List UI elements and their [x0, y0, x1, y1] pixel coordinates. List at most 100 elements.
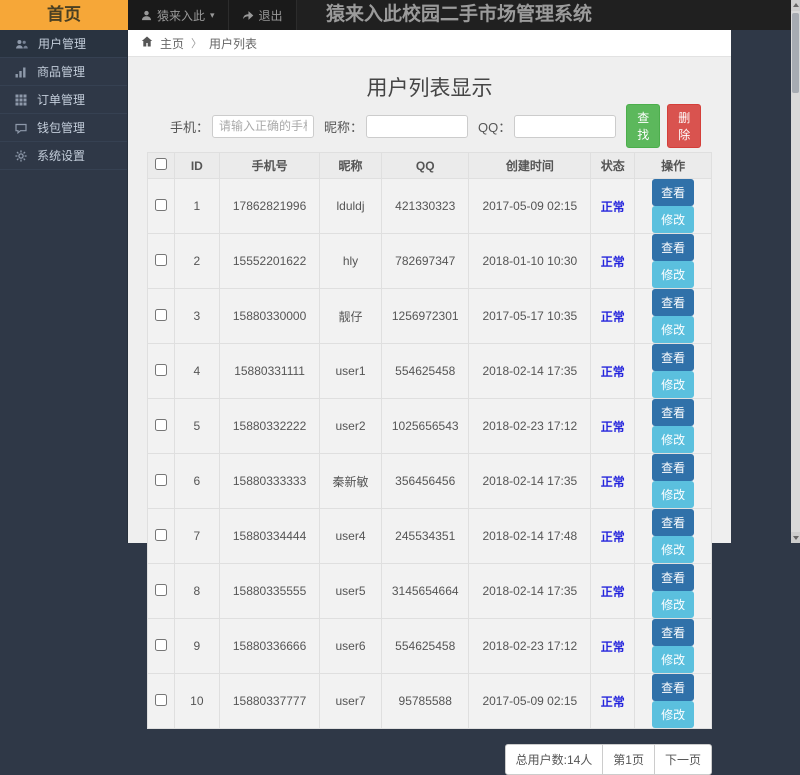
cell-actions: 查看修改	[634, 398, 712, 454]
cell-created: 2017-05-17 10:35	[468, 288, 592, 344]
table-row: 9 15880336666 user6 554625458 2018-02-23…	[147, 618, 712, 674]
sidebar-item-wallet-management[interactable]: 钱包管理	[0, 114, 127, 142]
cell-qq: 3145654664	[381, 563, 470, 619]
edit-button[interactable]: 修改	[652, 261, 695, 288]
sidebar-item-user-management[interactable]: 用户管理	[0, 30, 127, 58]
pagination: 总用户数:14人 第1页 下一页	[147, 744, 712, 775]
view-button[interactable]: 查看	[652, 399, 695, 426]
table-row: 5 15880332222 user2 1025656543 2018-02-2…	[147, 398, 712, 454]
row-checkbox[interactable]	[154, 198, 167, 211]
cell-nickname: user2	[318, 398, 383, 454]
cell-nickname: hly	[318, 233, 383, 289]
cell-created: 2018-02-14 17:35	[468, 343, 592, 399]
phone-label: 手机：	[170, 119, 210, 135]
total-users-label: 总用户数:14人	[504, 744, 604, 775]
cell-id: 5	[173, 398, 221, 454]
table-row: 10 15880337777 user7 95785588 2017-05-09…	[147, 673, 712, 729]
edit-button[interactable]: 修改	[652, 206, 695, 233]
users-icon	[15, 38, 28, 50]
qq-input[interactable]	[514, 114, 617, 138]
cell-created: 2017-05-09 02:15	[468, 178, 592, 234]
row-checkbox[interactable]	[154, 638, 167, 651]
delete-button[interactable]: 删除	[667, 104, 702, 148]
user-table-wrap: ID 手机号 昵称 QQ 创建时间 状态 操作 1 17862821996 ld…	[147, 152, 712, 729]
logout-button[interactable]: 退出	[229, 0, 297, 30]
row-checkbox[interactable]	[154, 363, 167, 376]
edit-button[interactable]: 修改	[652, 591, 695, 618]
gear-icon	[15, 149, 27, 162]
select-all-checkbox[interactable]	[154, 158, 167, 170]
sidebar-item-system-settings[interactable]: 系统设置	[0, 142, 127, 170]
cell-qq: 554625458	[381, 343, 470, 399]
row-checkbox[interactable]	[154, 253, 167, 266]
cell-qq: 95785588	[381, 673, 470, 729]
home-logo[interactable]: 首页	[0, 0, 128, 30]
table-row: 1 17862821996 lduldj 421330323 2017-05-0…	[147, 178, 712, 234]
breadcrumb-separator: 〉	[191, 38, 203, 50]
row-checkbox[interactable]	[154, 693, 167, 706]
sidebar-item-product-management[interactable]: 商品管理	[0, 58, 127, 86]
cell-qq: 421330323	[381, 178, 470, 234]
view-button[interactable]: 查看	[652, 509, 695, 536]
view-button[interactable]: 查看	[652, 344, 695, 371]
cell-created: 2018-01-10 10:30	[468, 233, 592, 289]
cell-qq: 554625458	[381, 618, 470, 674]
cell-phone: 15880332222	[219, 398, 320, 454]
user-icon	[141, 10, 152, 21]
user-menu[interactable]: 猿来入此 ▾	[128, 0, 229, 30]
status-badge: 正常	[600, 309, 625, 324]
table-row: 7 15880334444 user4 245534351 2018-02-14…	[147, 508, 712, 564]
header-nickname: 昵称	[318, 152, 383, 179]
view-button[interactable]: 查看	[652, 619, 695, 646]
chevron-down-icon: ▾	[210, 9, 215, 20]
cell-nickname: 靓仔	[318, 288, 383, 344]
cell-created: 2018-02-14 17:48	[468, 508, 592, 564]
edit-button[interactable]: 修改	[652, 701, 695, 728]
row-checkbox[interactable]	[154, 418, 167, 431]
edit-button[interactable]: 修改	[652, 646, 695, 673]
view-button[interactable]: 查看	[652, 674, 695, 701]
row-checkbox[interactable]	[154, 528, 167, 541]
status-badge: 正常	[600, 584, 625, 599]
status-badge: 正常	[600, 254, 625, 269]
edit-button[interactable]: 修改	[652, 481, 695, 508]
nickname-input[interactable]	[366, 114, 469, 138]
edit-button[interactable]: 修改	[652, 426, 695, 453]
status-badge: 正常	[600, 474, 625, 489]
edit-button[interactable]: 修改	[652, 316, 695, 343]
find-button[interactable]: 查找	[626, 104, 661, 148]
status-badge: 正常	[600, 639, 625, 654]
scroll-down-arrow[interactable]	[791, 532, 800, 543]
cell-actions: 查看修改	[634, 343, 712, 399]
cell-phone: 15880331111	[219, 343, 320, 399]
breadcrumb-home[interactable]: 主页	[160, 35, 184, 52]
current-page-button[interactable]: 第1页	[602, 744, 655, 775]
nickname-label: 昵称：	[324, 119, 364, 135]
edit-button[interactable]: 修改	[652, 536, 695, 563]
vertical-scrollbar[interactable]	[791, 0, 800, 543]
row-checkbox[interactable]	[154, 308, 167, 321]
phone-input[interactable]	[212, 114, 315, 138]
view-button[interactable]: 查看	[652, 289, 695, 316]
cell-created: 2018-02-23 17:12	[468, 618, 592, 674]
cell-actions: 查看修改	[634, 233, 712, 289]
sidebar-item-order-management[interactable]: 订单管理	[0, 86, 127, 114]
sidebar: 用户管理 商品管理 订单管理 钱包管理 系统设置	[0, 30, 128, 543]
cell-phone: 15552201622	[219, 233, 320, 289]
view-button[interactable]: 查看	[652, 564, 695, 591]
logout-label: 退出	[258, 8, 283, 23]
sidebar-item-label: 用户管理	[38, 37, 87, 51]
row-checkbox[interactable]	[154, 583, 167, 596]
main-content: 主页 〉 用户列表 用户列表显示 手机： 昵称： QQ： 查找 删除 ID 手机…	[128, 30, 731, 775]
view-button[interactable]: 查看	[652, 454, 695, 481]
scroll-up-arrow[interactable]	[791, 0, 800, 11]
view-button[interactable]: 查看	[652, 234, 695, 261]
view-button[interactable]: 查看	[652, 179, 695, 206]
cell-actions: 查看修改	[634, 563, 712, 619]
next-page-button[interactable]: 下一页	[653, 744, 712, 775]
scrollbar-thumb[interactable]	[792, 13, 799, 93]
logout-icon	[242, 10, 254, 21]
edit-button[interactable]: 修改	[652, 371, 695, 398]
row-checkbox[interactable]	[154, 473, 167, 486]
cell-actions: 查看修改	[634, 288, 712, 344]
